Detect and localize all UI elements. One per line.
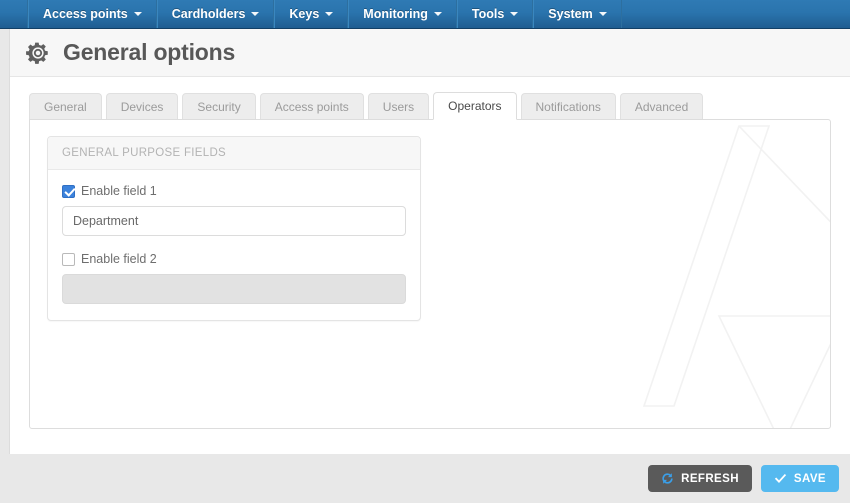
nav-item-monitoring[interactable]: Monitoring [348, 0, 457, 28]
tab-operators[interactable]: Operators [433, 92, 517, 120]
general-purpose-fields-panel: GENERAL PURPOSE FIELDS Enable field 1 En… [47, 136, 421, 321]
tab-security[interactable]: Security [182, 93, 256, 119]
footer-action-bar: REFRESH SAVE [0, 454, 850, 503]
enable-field-2-label[interactable]: Enable field 2 [81, 252, 157, 266]
tab-general[interactable]: General [29, 93, 102, 119]
refresh-button-label: REFRESH [681, 472, 739, 485]
chevron-down-icon [325, 12, 334, 16]
tab-users[interactable]: Users [367, 93, 430, 119]
chevron-down-icon [433, 12, 442, 16]
tab-label: Security [197, 99, 241, 114]
tab-bar: General Devices Security Access points U… [29, 91, 850, 120]
save-button[interactable]: SAVE [760, 465, 839, 492]
tab-devices[interactable]: Devices [105, 93, 179, 119]
tab-label: General [44, 99, 87, 114]
page-header: General options [10, 29, 850, 77]
fieldset-body: Enable field 1 Enable field 2 [48, 170, 420, 320]
enable-field-1-label[interactable]: Enable field 1 [81, 184, 157, 198]
enable-field-2-checkbox[interactable] [62, 252, 75, 266]
tab-label: Users [382, 99, 415, 114]
tab-advanced[interactable]: Advanced [619, 93, 704, 119]
field-1-input[interactable] [62, 206, 406, 236]
main-navigation-bar: Access points Cardholders Keys Monitorin… [0, 0, 850, 29]
nav-item-label: System [548, 7, 593, 21]
page-container: General options General Devices Security… [9, 29, 850, 454]
chevron-down-icon [510, 12, 519, 16]
tab-content-panel: GENERAL PURPOSE FIELDS Enable field 1 En… [29, 119, 831, 429]
check-icon [774, 473, 787, 484]
chevron-down-icon [251, 12, 260, 16]
nav-item-label: Tools [471, 7, 505, 21]
save-button-label: SAVE [793, 472, 826, 485]
tab-label: Advanced [634, 99, 689, 114]
enable-field-1-row: Enable field 1 [62, 184, 406, 198]
tab-label: Devices [120, 99, 164, 114]
nav-item-system[interactable]: System [533, 0, 622, 28]
refresh-icon [662, 473, 673, 484]
nav-item-tools[interactable]: Tools [456, 0, 534, 28]
refresh-button[interactable]: REFRESH [648, 465, 752, 492]
chevron-down-icon [133, 12, 142, 16]
nav-left-spacer [0, 0, 28, 28]
nav-item-keys[interactable]: Keys [274, 0, 349, 28]
tab-label: Operators [448, 99, 502, 113]
enable-field-1-checkbox[interactable] [62, 184, 75, 198]
nav-item-label: Cardholders [171, 7, 246, 21]
page-title: General options [63, 39, 236, 65]
chevron-down-icon [598, 12, 607, 16]
tab-access-points[interactable]: Access points [259, 93, 364, 119]
nav-item-label: Access points [43, 7, 128, 21]
tab-label: Access points [274, 99, 349, 114]
fieldset-title: GENERAL PURPOSE FIELDS [48, 137, 420, 170]
tab-label: Notifications [535, 99, 601, 114]
nav-item-label: Monitoring [363, 7, 428, 21]
enable-field-2-row: Enable field 2 [62, 252, 406, 266]
nav-item-cardholders[interactable]: Cardholders [156, 0, 275, 28]
nav-item-access-points[interactable]: Access points [28, 0, 157, 28]
tab-area: General Devices Security Access points U… [10, 77, 850, 120]
nav-item-label: Keys [289, 7, 320, 21]
tab-notifications[interactable]: Notifications [520, 93, 616, 119]
background-logo-watermark [642, 125, 830, 428]
gear-icon [26, 42, 48, 64]
field-2-input [62, 274, 406, 304]
